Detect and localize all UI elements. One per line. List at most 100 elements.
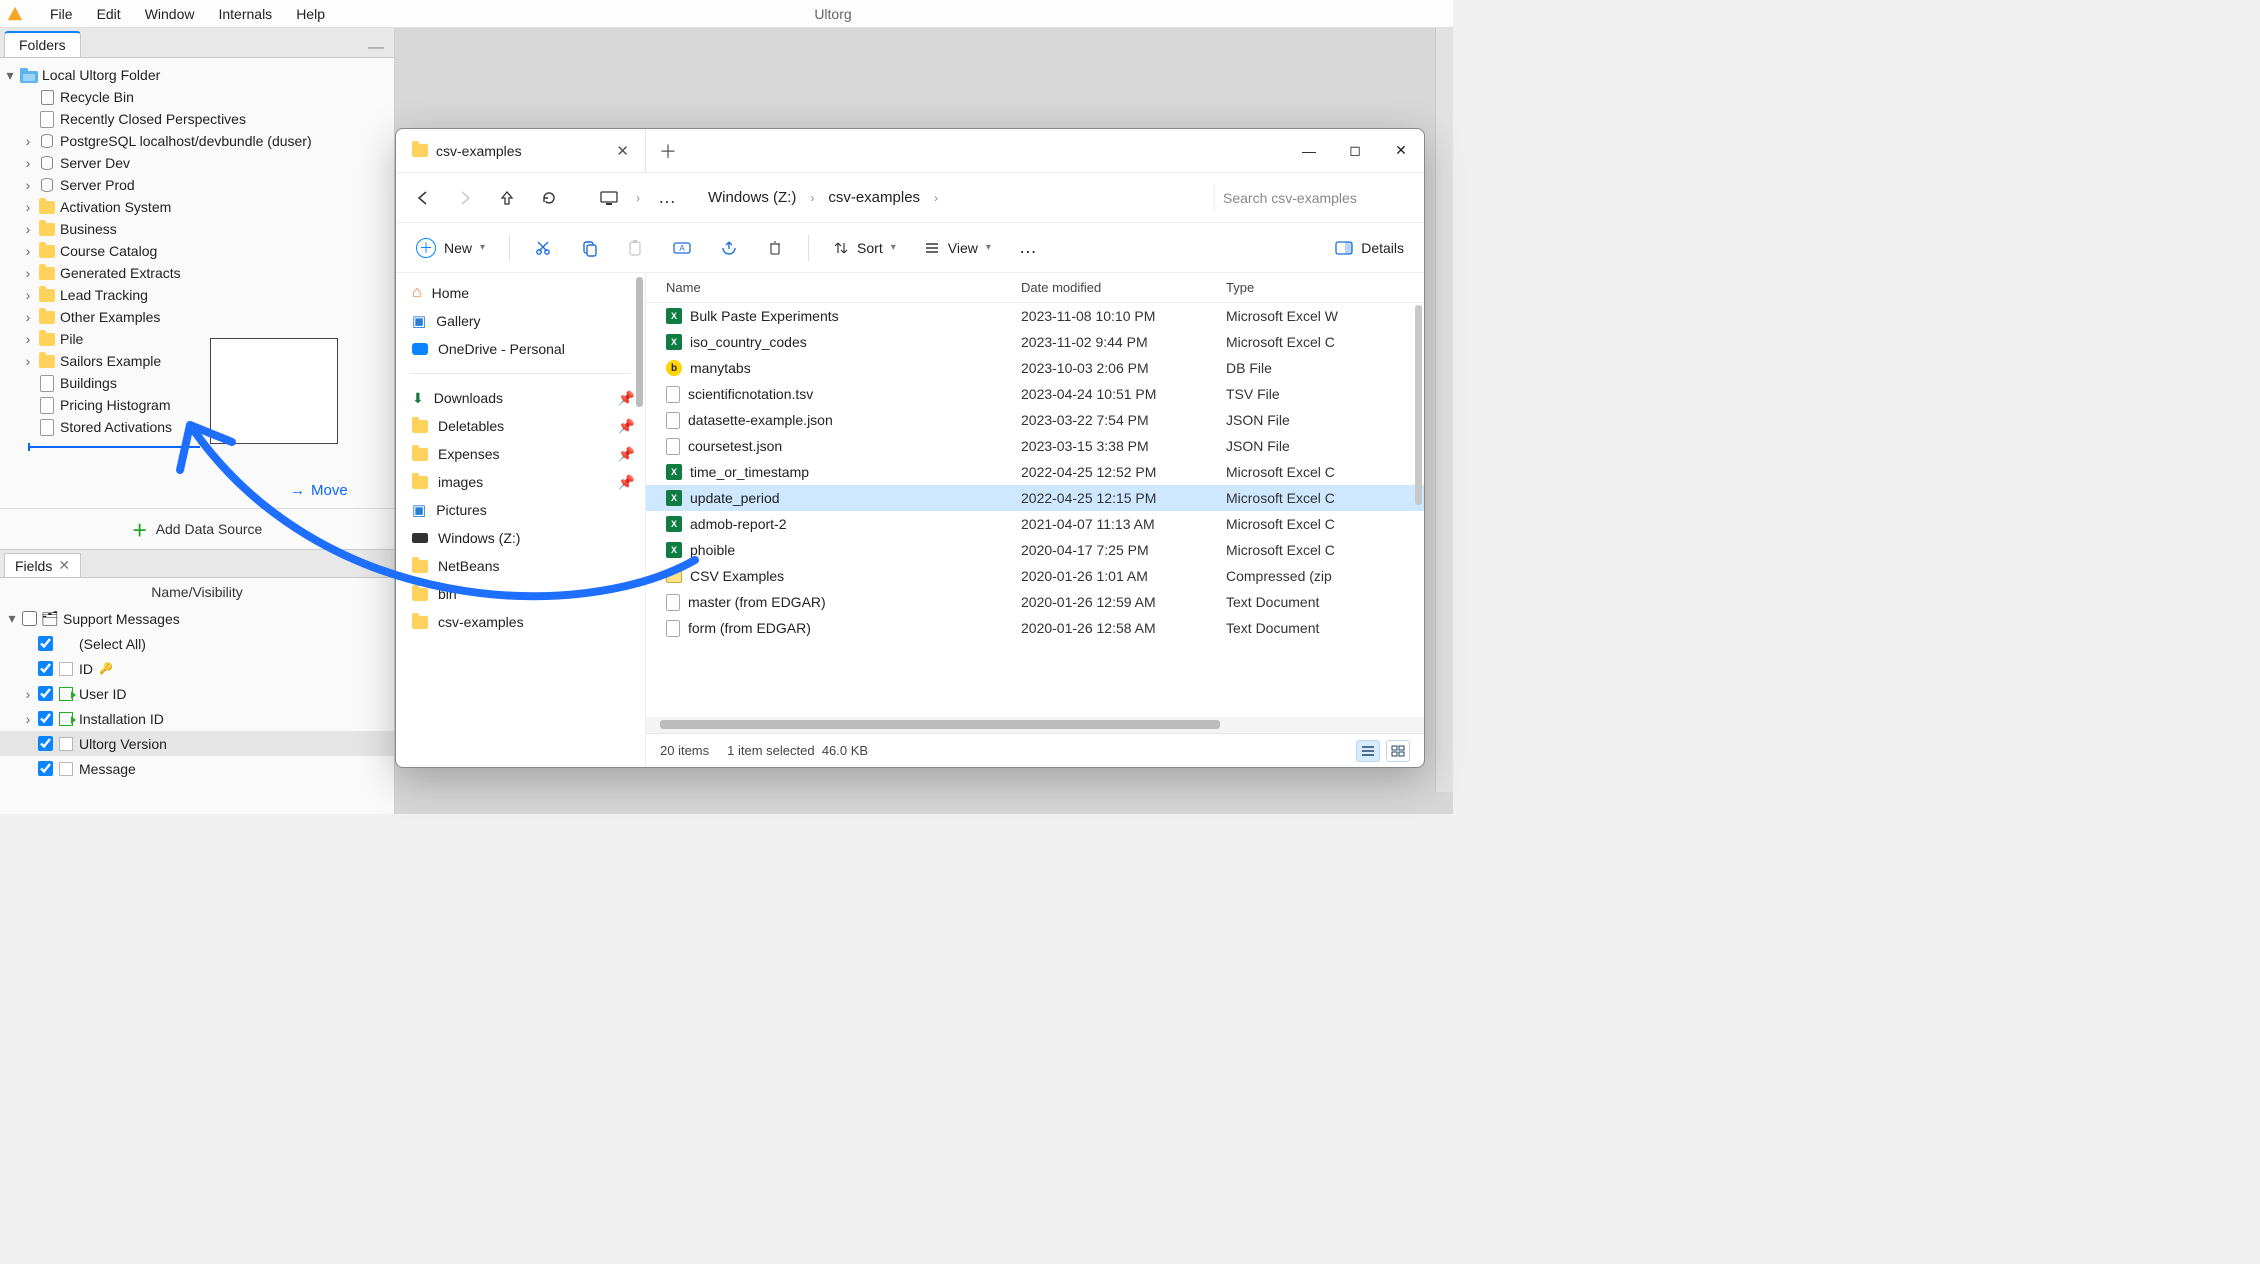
file-row[interactable]: XBulk Paste Experiments2023-11-08 10:10 … <box>646 303 1424 329</box>
nav-item[interactable]: images📌 <box>396 468 645 496</box>
nav-item[interactable]: NetBeans <box>396 552 645 580</box>
field-row[interactable]: ›Message <box>0 756 394 781</box>
pc-icon[interactable] <box>592 181 626 215</box>
minimize-button[interactable]: — <box>1286 129 1332 172</box>
file-row[interactable]: master (from EDGAR)2020-01-26 12:59 AMTe… <box>646 589 1424 615</box>
menu-window[interactable]: Window <box>135 4 205 24</box>
tab-fields[interactable]: Fields ✕ <box>4 553 81 577</box>
chevron-down-icon[interactable]: ▾ <box>6 613 18 625</box>
chevron-right-icon[interactable]: › <box>22 201 34 213</box>
details-button[interactable]: Details <box>1325 234 1414 262</box>
cut-button[interactable] <box>524 233 562 263</box>
nav-item[interactable]: Deletables📌 <box>396 412 645 440</box>
chevron-right-icon[interactable]: › <box>22 179 34 191</box>
tree-root[interactable]: ▾ Local Ultorg Folder <box>4 64 390 86</box>
nav-item[interactable]: ⌂Home <box>396 279 645 307</box>
folder-tree[interactable]: ▾ Local Ultorg Folder ›Recycle Bin›Recen… <box>0 58 394 508</box>
h-scrollbar[interactable] <box>646 717 1424 733</box>
menu-internals[interactable]: Internals <box>208 4 282 24</box>
field-row[interactable]: ›Installation ID <box>0 706 394 731</box>
pin-icon[interactable]: 📌 <box>618 418 635 435</box>
forward-button[interactable] <box>448 181 482 215</box>
delete-button[interactable] <box>756 233 794 263</box>
breadcrumb-more[interactable]: … <box>650 181 684 215</box>
explorer-nav-pane[interactable]: ⌂Home▣GalleryOneDrive - Personal ⬇Downlo… <box>396 273 646 767</box>
nav-item[interactable]: Expenses📌 <box>396 440 645 468</box>
chevron-right-icon[interactable]: › <box>22 289 34 301</box>
field-checkbox[interactable] <box>38 686 53 701</box>
refresh-button[interactable] <box>532 181 566 215</box>
menu-edit[interactable]: Edit <box>87 4 131 24</box>
nav-item[interactable]: ⬇Downloads📌 <box>396 384 645 412</box>
breadcrumb-item[interactable]: Windows (Z:) <box>700 185 804 210</box>
fields-group[interactable]: ▾ 🗂 Support Messages <box>0 606 394 631</box>
thumb-view-toggle[interactable] <box>1386 740 1410 762</box>
rename-button[interactable]: A <box>662 234 702 262</box>
tab-folders[interactable]: Folders <box>4 31 81 57</box>
file-row[interactable]: coursetest.json2023-03-15 3:38 PMJSON Fi… <box>646 433 1424 459</box>
chevron-right-icon[interactable]: › <box>22 267 34 279</box>
file-row[interactable]: form (from EDGAR)2020-01-26 12:58 AMText… <box>646 615 1424 641</box>
explorer-titlebar[interactable]: csv-examples ✕ ＋ — ◻ ✕ <box>396 129 1424 173</box>
pin-icon[interactable]: 📌 <box>618 390 635 407</box>
chevron-right-icon[interactable]: › <box>808 191 816 205</box>
file-row[interactable]: CSV Examples2020-01-26 1:01 AMCompressed… <box>646 563 1424 589</box>
column-headers[interactable]: Name Date modified Type <box>646 273 1424 303</box>
file-list[interactable]: XBulk Paste Experiments2023-11-08 10:10 … <box>646 303 1424 717</box>
new-tab-button[interactable]: ＋ <box>646 129 690 172</box>
sort-button[interactable]: Sort ▾ <box>823 234 906 262</box>
tree-item[interactable]: ›Lead Tracking <box>4 284 390 306</box>
menu-file[interactable]: File <box>40 4 83 24</box>
chevron-right-icon[interactable]: › <box>22 245 34 257</box>
pin-icon[interactable]: 📌 <box>618 446 635 463</box>
tree-item[interactable]: ›Server Dev <box>4 152 390 174</box>
scrollbar[interactable] <box>1415 305 1422 505</box>
search-input[interactable]: Search csv-examples <box>1214 184 1414 212</box>
chevron-down-icon[interactable]: ▾ <box>4 69 16 81</box>
file-row[interactable]: Xadmob-report-22021-04-07 11:13 AMMicros… <box>646 511 1424 537</box>
explorer-tab[interactable]: csv-examples ✕ <box>396 129 646 172</box>
nav-item[interactable]: ▣Pictures <box>396 496 645 524</box>
file-row[interactable]: datasette-example.json2023-03-22 7:54 PM… <box>646 407 1424 433</box>
col-type[interactable]: Type <box>1226 280 1424 295</box>
close-icon[interactable]: ✕ <box>58 557 70 574</box>
sidebar-minimize[interactable]: — <box>358 39 394 57</box>
view-button[interactable]: View ▾ <box>914 234 1001 262</box>
details-view-toggle[interactable] <box>1356 740 1380 762</box>
col-date[interactable]: Date modified <box>1021 280 1226 295</box>
tab-close-icon[interactable]: ✕ <box>616 142 629 160</box>
tree-item[interactable]: ›Other Examples <box>4 306 390 328</box>
up-button[interactable] <box>490 181 524 215</box>
tree-item[interactable]: ›Server Prod <box>4 174 390 196</box>
chevron-right-icon[interactable]: › <box>22 223 34 235</box>
chevron-right-icon[interactable]: › <box>634 191 642 205</box>
tree-item[interactable]: ›Course Catalog <box>4 240 390 262</box>
chevron-right-icon[interactable]: › <box>22 355 34 367</box>
more-button[interactable]: … <box>1009 231 1047 264</box>
file-row[interactable]: Xphoible2020-04-17 7:25 PMMicrosoft Exce… <box>646 537 1424 563</box>
file-row[interactable]: bmanytabs2023-10-03 2:06 PMDB File <box>646 355 1424 381</box>
back-button[interactable] <box>406 181 440 215</box>
new-button[interactable]: ＋ New ▾ <box>406 232 495 264</box>
field-checkbox[interactable] <box>38 736 53 751</box>
tree-item[interactable]: ›Recycle Bin <box>4 86 390 108</box>
field-checkbox[interactable] <box>38 661 53 676</box>
file-row[interactable]: Xtime_or_timestamp2022-04-25 12:52 PMMic… <box>646 459 1424 485</box>
field-checkbox[interactable] <box>38 711 53 726</box>
group-checkbox[interactable] <box>22 611 37 626</box>
file-row[interactable]: Xupdate_period2022-04-25 12:15 PMMicroso… <box>646 485 1424 511</box>
pin-icon[interactable]: 📌 <box>618 474 635 491</box>
field-checkbox[interactable] <box>38 636 53 651</box>
tree-item[interactable]: ›Recently Closed Perspectives <box>4 108 390 130</box>
nav-item[interactable]: ▣Gallery <box>396 307 645 335</box>
nav-item[interactable]: Windows (Z:) <box>396 524 645 552</box>
tree-item[interactable]: ›Generated Extracts <box>4 262 390 284</box>
scrollbar[interactable] <box>1435 28 1453 792</box>
field-row[interactable]: ›Ultorg Version <box>0 731 394 756</box>
add-data-source-button[interactable]: ＋ Add Data Source <box>0 508 394 549</box>
copy-button[interactable] <box>570 233 608 263</box>
breadcrumb-item[interactable]: csv-examples <box>820 185 928 210</box>
paste-button[interactable] <box>616 233 654 263</box>
field-row[interactable]: ›(Select All) <box>0 631 394 656</box>
field-row[interactable]: ›ID🔑 <box>0 656 394 681</box>
